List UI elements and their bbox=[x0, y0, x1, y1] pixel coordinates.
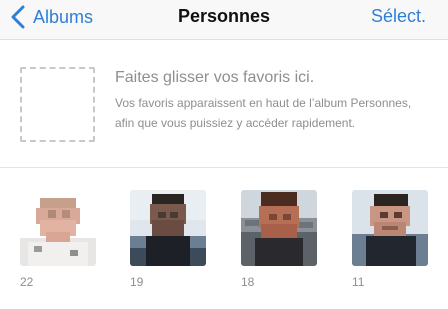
person-photo-count: 18 bbox=[241, 275, 255, 289]
person-photo-count: 11 bbox=[352, 275, 365, 289]
person-photo bbox=[130, 190, 206, 266]
person-item[interactable]: 18 bbox=[241, 190, 317, 289]
favorites-drop-zone: Faites glisser vos favoris ici. Vos favo… bbox=[0, 41, 448, 168]
people-grid: 22 19 18 11 bbox=[0, 169, 448, 309]
favorites-title: Faites glisser vos favoris ici. bbox=[115, 69, 315, 86]
favorites-drop-target[interactable] bbox=[20, 67, 95, 142]
navigation-bar: Albums Personnes Sélect. bbox=[0, 0, 448, 40]
person-item[interactable]: 22 bbox=[20, 190, 96, 289]
select-button[interactable]: Sélect. bbox=[371, 6, 426, 27]
person-photo bbox=[352, 190, 428, 266]
person-photo bbox=[20, 190, 96, 266]
person-photo bbox=[241, 190, 317, 266]
person-item[interactable]: 11 bbox=[352, 190, 428, 289]
person-photo-count: 22 bbox=[20, 275, 34, 289]
person-photo-count: 19 bbox=[130, 275, 144, 289]
favorites-description: Vos favoris apparaissent en haut de l’al… bbox=[115, 96, 412, 130]
person-item[interactable]: 19 bbox=[130, 190, 206, 289]
